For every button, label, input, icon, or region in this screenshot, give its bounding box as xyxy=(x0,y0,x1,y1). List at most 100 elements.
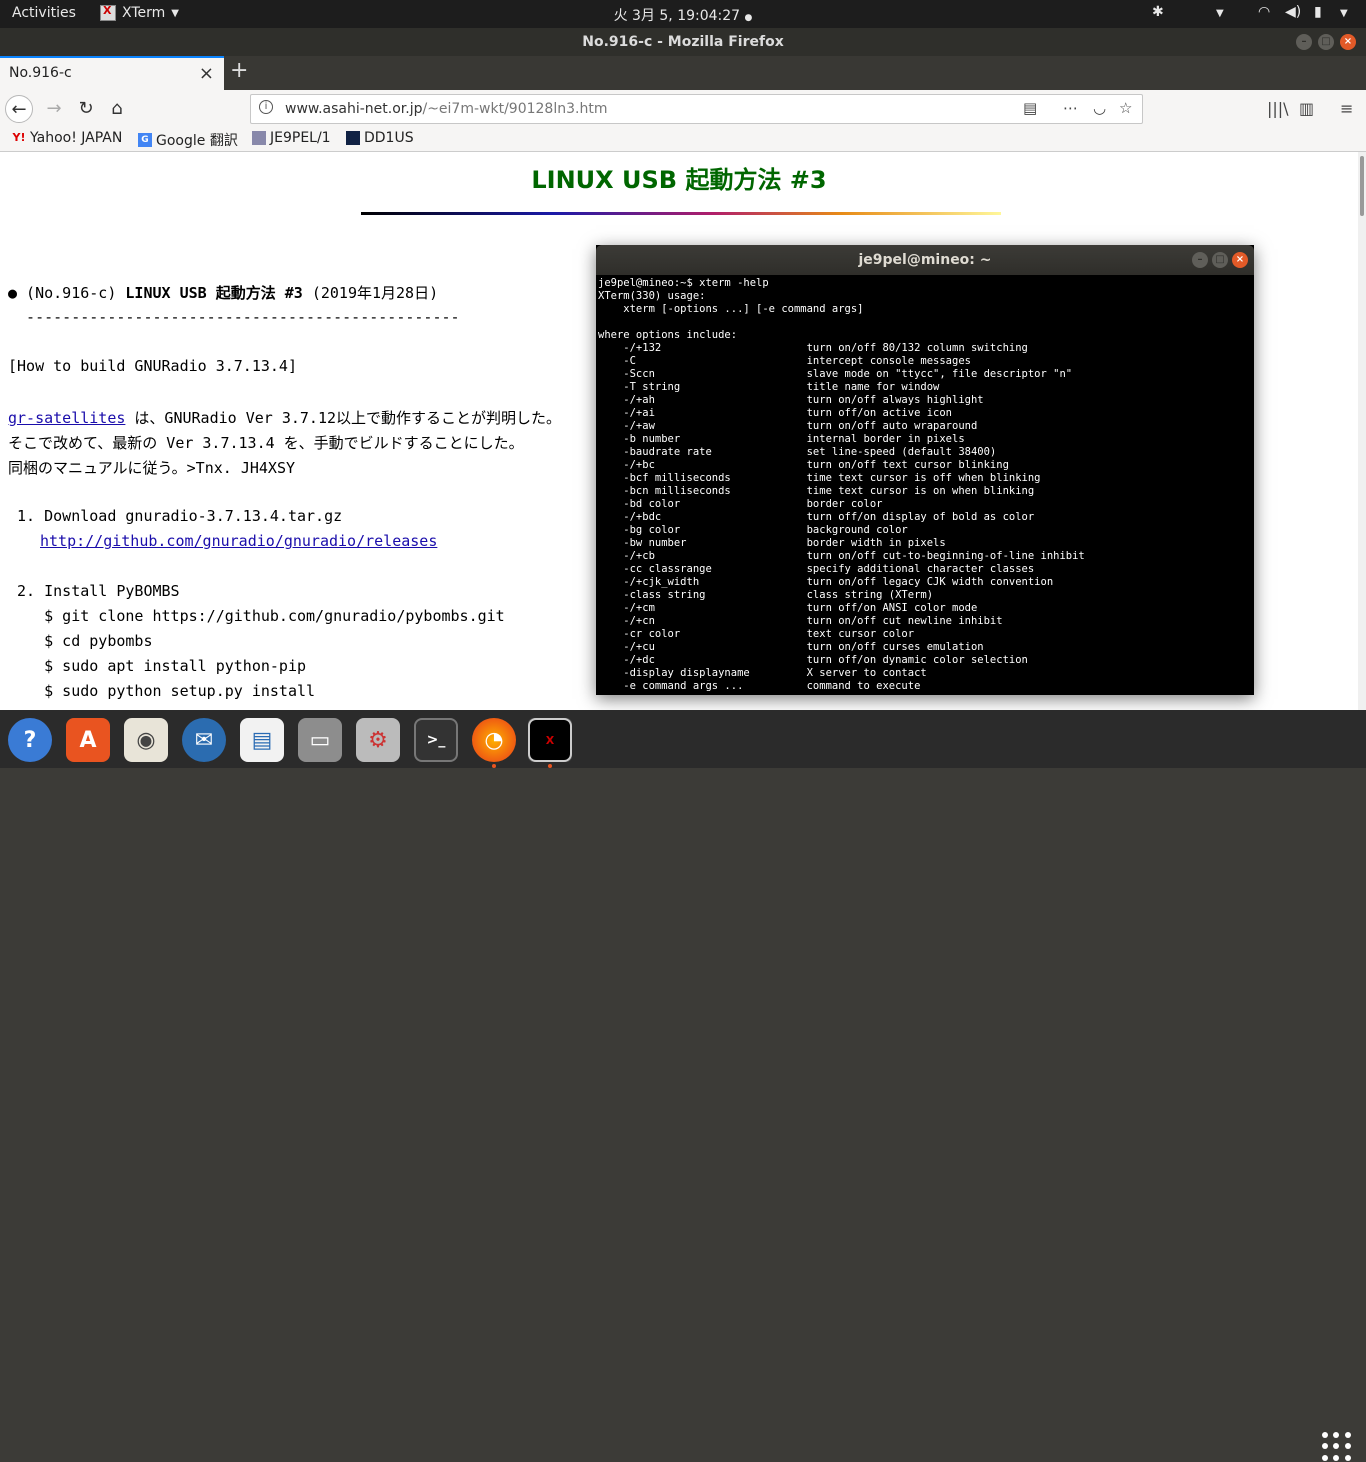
scrollbar-thumb[interactable] xyxy=(1360,156,1364,216)
back-icon[interactable]: ← xyxy=(5,95,33,123)
tab-label: No.916-c xyxy=(9,65,72,81)
yahoo-icon: Y! xyxy=(12,131,26,144)
maximize-icon[interactable]: □ xyxy=(1318,34,1334,50)
url-text[interactable]: www.asahi-net.or.jp/~ei7m-wkt/90128ln3.h… xyxy=(285,101,607,117)
xterm-window[interactable]: je9pel@mineo: ~ – □ × je9pel@mineo:~$ xt… xyxy=(596,245,1254,695)
bookmark-dd1us[interactable]: DD1US xyxy=(346,130,414,146)
reload-icon[interactable]: ↻ xyxy=(72,95,100,123)
window-controls: – □ × xyxy=(1296,34,1356,50)
software-center-icon: A xyxy=(66,718,110,762)
minimize-icon[interactable]: – xyxy=(1192,252,1208,268)
notification-dot-icon: ● xyxy=(744,13,753,23)
sidebar-icon[interactable]: ▥ xyxy=(1299,99,1314,118)
url-bar[interactable]: i www.asahi-net.or.jp/~ei7m-wkt/90128ln3… xyxy=(250,94,1143,124)
para-line-2: そこで改めて、最新の Ver 3.7.13.4 を、手動でビルドすることにした。 xyxy=(8,434,524,452)
new-tab-icon[interactable]: + xyxy=(230,58,248,83)
reader-view-icon[interactable]: ▤ xyxy=(1023,99,1037,117)
google-translate-icon: G xyxy=(138,133,152,147)
command-line: $ sudo python setup.py install xyxy=(8,682,316,700)
para-text: は、GNURadio Ver 3.7.12以上で動作することが判明した。 xyxy=(125,409,562,427)
pocket-icon[interactable]: ◡ xyxy=(1093,99,1106,117)
tab-close-icon[interactable]: × xyxy=(199,63,214,84)
rhythmbox-icon: ◉ xyxy=(124,718,168,762)
command-line: $ git clone https://github.com/gnuradio/… xyxy=(8,607,505,625)
bookmark-label: Yahoo! JAPAN xyxy=(30,130,123,146)
minimize-icon[interactable]: – xyxy=(1296,34,1312,50)
bookmark-google-translate[interactable]: G Google 翻訳 xyxy=(138,130,238,150)
maximize-icon[interactable]: □ xyxy=(1212,252,1228,268)
heading-underline: ----------------------------------------… xyxy=(8,308,460,326)
forward-icon[interactable]: → xyxy=(40,95,68,123)
terminal-icon: >_ xyxy=(414,718,458,762)
activities-button[interactable]: Activities xyxy=(12,5,76,21)
heading-prefix: ● (No.916-c) xyxy=(8,284,126,302)
bookmark-star-icon[interactable]: ☆ xyxy=(1119,99,1132,117)
para-line-1: gr-satellites は、GNURadio Ver 3.7.12以上で動作… xyxy=(8,407,561,428)
writer-icon: ▤ xyxy=(240,718,284,762)
library-icon[interactable]: |||\ xyxy=(1267,99,1289,118)
dock-settings[interactable]: ⚙ xyxy=(356,718,400,762)
gradient-divider xyxy=(361,212,1001,215)
step-1: 1. Download gnuradio-3.7.13.4.tar.gz xyxy=(8,507,343,525)
firefox-icon: ◔ xyxy=(472,718,516,762)
build-title: [How to build GNURadio 3.7.13.4] xyxy=(8,357,297,375)
url-path: /~ei7m-wkt/90128ln3.htm xyxy=(422,101,608,117)
running-indicator xyxy=(548,764,552,768)
bookmark-label: DD1US xyxy=(364,130,414,146)
menu-icon[interactable]: ≡ xyxy=(1340,99,1353,118)
xterm-title: je9pel@mineo: ~ xyxy=(858,252,992,268)
dock-software[interactable]: A xyxy=(66,718,110,762)
command-line: $ sudo apt install python-pip xyxy=(8,657,307,675)
page-title: LINUX USB 起動方法 #3 xyxy=(531,166,827,194)
dock-terminal[interactable]: >_ xyxy=(414,718,458,762)
chevron-down-icon[interactable]: ▼ xyxy=(1340,8,1348,19)
window-title: No.916-c - Mozilla Firefox xyxy=(582,34,784,50)
dock-help[interactable]: ? xyxy=(8,718,52,762)
dock-firefox[interactable]: ◔ xyxy=(472,718,516,768)
dock-xterm[interactable]: X xyxy=(528,718,572,768)
xterm-app-icon xyxy=(100,4,116,21)
github-releases-link[interactable]: http://github.com/gnuradio/gnuradio/rele… xyxy=(40,532,437,550)
bookmarks-toolbar: Y! Yahoo! JAPAN G Google 翻訳 JE9PEL/1 DD1… xyxy=(0,128,1366,152)
dd1us-icon xyxy=(346,131,360,145)
thunderbird-icon: ✉ xyxy=(182,718,226,762)
dock-files[interactable]: ▭ xyxy=(298,718,342,762)
home-icon[interactable]: ⌂ xyxy=(103,95,131,123)
tab-active[interactable]: No.916-c × xyxy=(0,56,224,90)
bookmark-label: JE9PEL/1 xyxy=(270,130,331,146)
volume-icon[interactable]: ◀) xyxy=(1285,4,1301,20)
dock-writer[interactable]: ▤ xyxy=(240,718,284,762)
page-scrollbar[interactable] xyxy=(1358,152,1366,710)
chevron-down-icon: ▼ xyxy=(171,7,179,19)
top-bar: Activities XTerm ▼ 火 3月 5, 19:04:27 ● ✱ … xyxy=(0,0,1366,28)
close-icon[interactable]: × xyxy=(1340,34,1356,50)
dock-rhythmbox[interactable]: ◉ xyxy=(124,718,168,762)
link-text[interactable]: http://github.com/gnuradio/gnuradio/rele… xyxy=(40,532,437,550)
article-heading: ● (No.916-c) LINUX USB 起動方法 #3 (2019年1月2… xyxy=(8,282,438,303)
show-applications-icon[interactable] xyxy=(1322,1432,1352,1462)
site-info-icon[interactable]: i xyxy=(259,100,273,114)
xterm-window-controls: – □ × xyxy=(1192,252,1248,268)
clock[interactable]: 火 3月 5, 19:04:27 xyxy=(614,8,741,24)
xterm-titlebar[interactable]: je9pel@mineo: ~ – □ × xyxy=(596,245,1254,275)
bluetooth-icon[interactable]: ✱ xyxy=(1152,4,1164,20)
dock-thunderbird[interactable]: ✉ xyxy=(182,718,226,762)
bookmark-yahoo[interactable]: Y! Yahoo! JAPAN xyxy=(12,130,123,146)
url-host: www.asahi-net.or.jp xyxy=(285,101,423,117)
terminal-output[interactable]: je9pel@mineo:~$ xterm -help XTerm(330) u… xyxy=(598,277,1085,693)
page-actions-icon[interactable]: ⋯ xyxy=(1063,99,1078,117)
dock: ? A ◉ ✉ ▤ ▭ ⚙ >_ ◔ X xyxy=(0,710,1366,1461)
app-menu[interactable]: XTerm ▼ xyxy=(100,4,179,21)
chevron-down-icon[interactable]: ▼ xyxy=(1216,8,1224,19)
bookmark-je9pel[interactable]: JE9PEL/1 xyxy=(252,130,331,146)
battery-icon[interactable]: ▮ xyxy=(1314,4,1322,20)
settings-icon: ⚙ xyxy=(356,718,400,762)
bookmark-label: Google 翻訳 xyxy=(156,133,238,149)
wifi-icon[interactable]: ◠ xyxy=(1258,4,1270,20)
files-icon: ▭ xyxy=(298,718,342,762)
gr-satellites-link[interactable]: gr-satellites xyxy=(8,409,125,427)
close-icon[interactable]: × xyxy=(1232,252,1248,268)
nav-bar: ← → ↻ ⌂ i www.asahi-net.or.jp/~ei7m-wkt/… xyxy=(0,90,1366,128)
je9pel-icon xyxy=(252,131,266,145)
running-indicator xyxy=(492,764,496,768)
